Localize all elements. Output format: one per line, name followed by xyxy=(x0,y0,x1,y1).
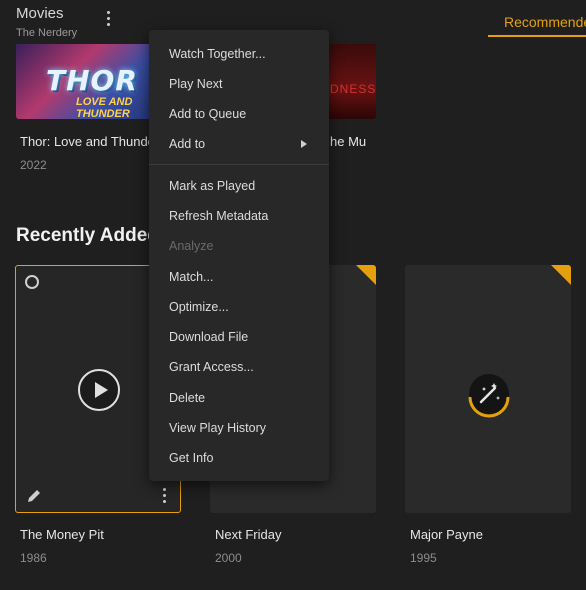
menu-item-grant-access[interactable]: Grant Access... xyxy=(149,353,329,381)
menu-item-add-to[interactable]: Add to xyxy=(149,130,329,158)
menu-item-view-play-history[interactable]: View Play History xyxy=(149,414,329,442)
menu-item-watch-together[interactable]: Watch Together... xyxy=(149,40,329,68)
menu-item-optimize[interactable]: Optimize... xyxy=(149,293,329,321)
card-title-major-payne[interactable]: Major Payne xyxy=(410,527,483,542)
card-title-next-friday[interactable]: Next Friday xyxy=(215,527,281,542)
section-title-recently-added[interactable]: Recently Added xyxy=(16,225,159,247)
select-circle-icon[interactable] xyxy=(25,275,39,289)
card-more-icon[interactable] xyxy=(159,488,169,506)
card-title-thor[interactable]: Thor: Love and Thunder xyxy=(20,134,159,149)
card-title-money-pit[interactable]: The Money Pit xyxy=(20,527,104,542)
menu-item-mark-as-played[interactable]: Mark as Played xyxy=(149,172,329,200)
poster-card-major-payne[interactable] xyxy=(405,265,571,513)
card-year-next-friday: 2000 xyxy=(215,551,242,565)
menu-item-match[interactable]: Match... xyxy=(149,263,329,291)
poster-text: DNESS xyxy=(330,82,376,96)
card-year-thor: 2022 xyxy=(20,158,47,172)
card-year-money-pit: 1986 xyxy=(20,551,47,565)
play-icon[interactable] xyxy=(78,369,120,411)
menu-item-add-to-queue[interactable]: Add to Queue xyxy=(149,100,329,128)
optimizing-progress-icon xyxy=(468,374,510,418)
card-title-doctor-strange[interactable]: he Mu xyxy=(330,134,366,149)
edit-pencil-icon[interactable] xyxy=(26,488,42,504)
library-server-name: The Nerdery xyxy=(16,27,78,39)
menu-item-analyze: Analyze xyxy=(169,239,214,253)
context-menu: Watch Together... Play Next Add to Queue… xyxy=(149,30,329,481)
library-more-icon[interactable] xyxy=(101,11,115,31)
menu-item-refresh-metadata[interactable]: Refresh Metadata xyxy=(149,202,329,230)
card-year-major-payne: 1995 xyxy=(410,551,437,565)
library-title[interactable]: Movies xyxy=(16,5,64,22)
menu-item-download-file[interactable]: Download File xyxy=(149,323,329,351)
menu-item-get-info[interactable]: Get Info xyxy=(149,444,329,472)
menu-item-label: Add to xyxy=(169,137,206,151)
poster-logo: THOR xyxy=(46,64,138,97)
menu-item-delete[interactable]: Delete xyxy=(149,384,329,412)
menu-divider xyxy=(149,164,329,165)
unwatched-badge-icon xyxy=(356,265,376,285)
menu-item-play-next[interactable]: Play Next xyxy=(149,70,329,98)
tab-recommended[interactable]: Recommended xyxy=(488,6,586,37)
unwatched-badge-icon xyxy=(551,265,571,285)
submenu-arrow-icon xyxy=(301,140,307,148)
